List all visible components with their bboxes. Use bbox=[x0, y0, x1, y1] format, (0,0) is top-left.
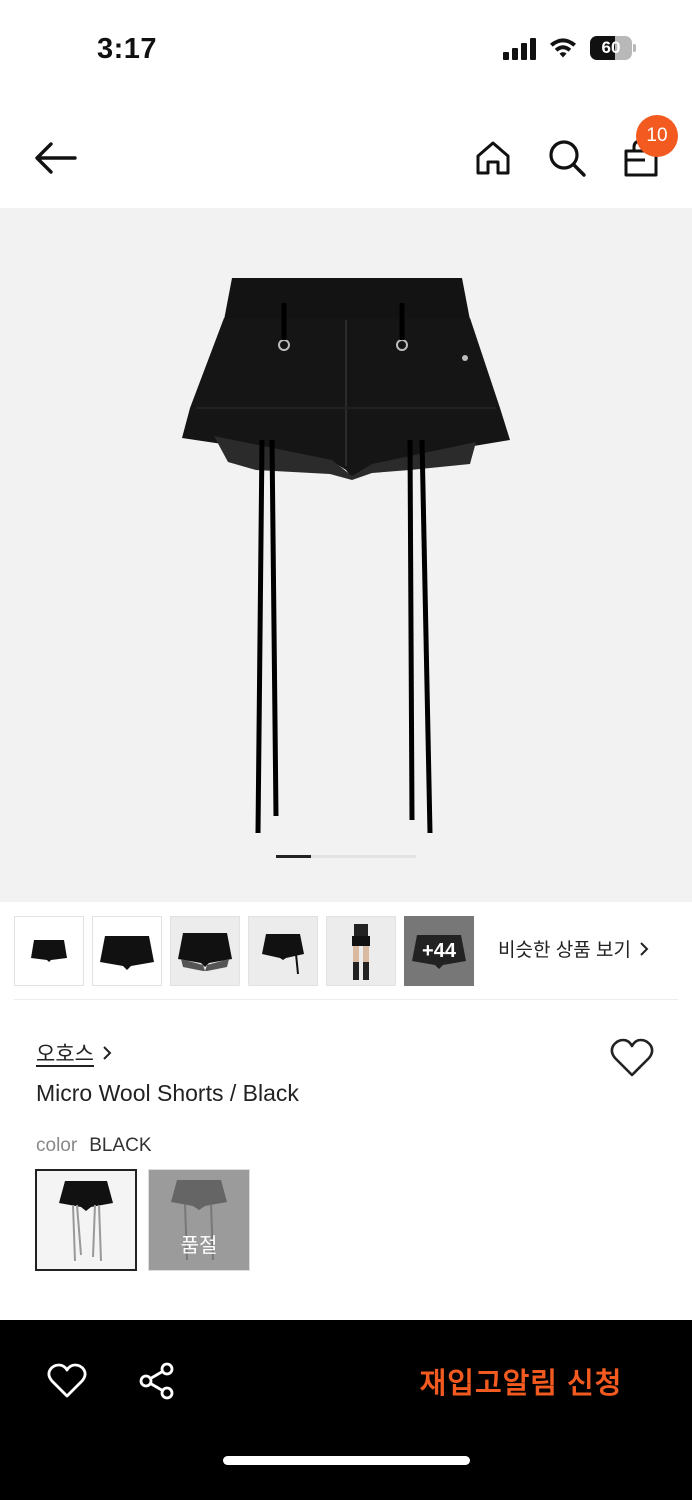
home-button[interactable] bbox=[470, 134, 516, 182]
similar-products-label: 비슷한 상품 보기 bbox=[498, 940, 631, 961]
color-row: color BLACK bbox=[36, 1135, 152, 1157]
brand-name: 오호스 bbox=[36, 1043, 94, 1066]
heart-icon bbox=[610, 1038, 654, 1077]
back-button[interactable] bbox=[30, 134, 82, 182]
thumbnail-item[interactable] bbox=[326, 916, 396, 986]
back-arrow-icon bbox=[35, 142, 77, 174]
bottom-action-bar: 재입고알림 신청 bbox=[0, 1320, 692, 1500]
thumbnail-more[interactable]: +44 bbox=[404, 916, 474, 986]
chevron-right-icon bbox=[640, 941, 649, 956]
brand-link[interactable]: 오호스 bbox=[36, 1038, 112, 1068]
product-image bbox=[182, 278, 510, 834]
status-time: 3:17 bbox=[97, 33, 158, 65]
top-nav-bar: 10 bbox=[0, 110, 692, 205]
product-name: Micro Wool Shorts / Black bbox=[36, 1080, 299, 1106]
cellular-signal-icon bbox=[503, 36, 536, 60]
chevron-right-icon bbox=[103, 1046, 112, 1060]
gallery-page-indicator-active bbox=[276, 855, 311, 858]
color-swatch-soldout[interactable]: 품절 bbox=[148, 1169, 250, 1271]
search-button[interactable] bbox=[544, 134, 590, 182]
share-icon bbox=[139, 1362, 174, 1400]
status-icons: 60 bbox=[503, 36, 636, 60]
thumbnail-strip: +44 비슷한 상품 보기 bbox=[14, 915, 678, 987]
battery-icon: 60 bbox=[590, 36, 636, 60]
thumbnail-more-count: +44 bbox=[422, 939, 456, 962]
search-icon bbox=[549, 140, 586, 177]
cart-count-badge: 10 bbox=[636, 115, 678, 157]
thumbnail-item[interactable] bbox=[248, 916, 318, 986]
thumbnail-item[interactable] bbox=[92, 916, 162, 986]
product-image-gallery[interactable] bbox=[0, 208, 692, 902]
home-icon bbox=[476, 141, 510, 175]
color-value: BLACK bbox=[89, 1135, 152, 1156]
status-bar: 3:17 60 bbox=[0, 0, 692, 100]
bottom-wishlist-button[interactable] bbox=[44, 1358, 90, 1404]
swatch-image bbox=[59, 1181, 113, 1262]
similar-products-link[interactable]: 비슷한 상품 보기 bbox=[498, 935, 649, 962]
battery-level: 60 bbox=[601, 38, 621, 57]
gallery-page-indicator bbox=[276, 855, 416, 858]
color-swatch-black[interactable] bbox=[35, 1169, 137, 1271]
home-indicator bbox=[223, 1456, 470, 1465]
restock-alert-button[interactable]: 재입고알림 신청 bbox=[380, 1356, 662, 1406]
soldout-label: 품절 bbox=[180, 1235, 218, 1257]
wifi-icon bbox=[548, 37, 578, 59]
share-button[interactable] bbox=[134, 1358, 180, 1404]
wishlist-button[interactable] bbox=[608, 1036, 656, 1080]
thumbnail-item[interactable] bbox=[170, 916, 240, 986]
thumbnail-item[interactable] bbox=[14, 916, 84, 986]
section-divider bbox=[14, 999, 678, 1000]
heart-icon bbox=[47, 1363, 87, 1398]
color-label: color bbox=[36, 1135, 78, 1156]
